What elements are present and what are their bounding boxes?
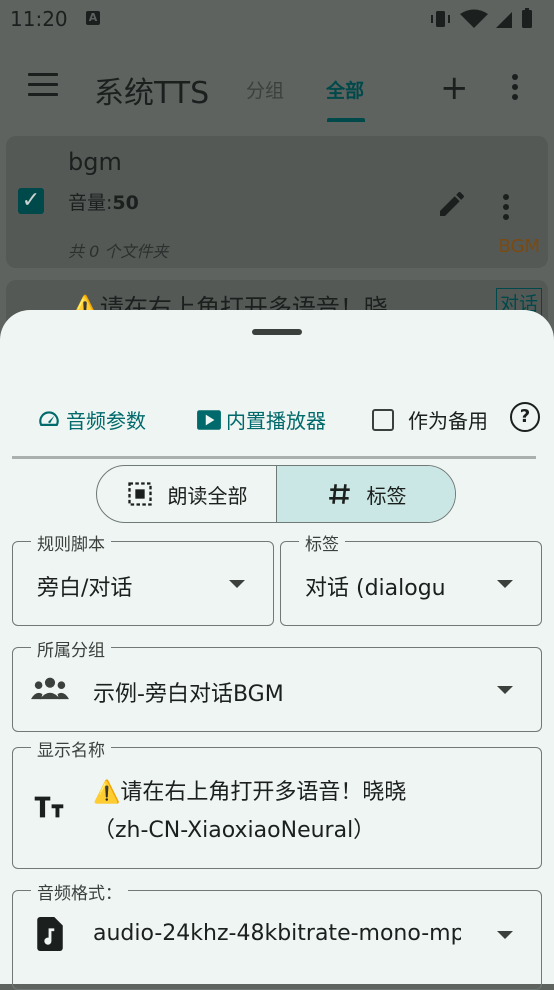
list-item[interactable]: ✓ bgm 音量:50 共 0 个文件夹 BGM: [6, 136, 548, 268]
rule-script-label: 规则脚本: [31, 530, 111, 555]
audio-params-button[interactable]: 音频参数: [36, 405, 146, 434]
volume-label: 音量:: [68, 192, 113, 214]
group-value: 示例-旁白对话BGM: [93, 682, 284, 707]
group-dropdown[interactable]: 所属分组 示例-旁白对话BGM: [12, 636, 542, 732]
segmented-control: 朗读全部 标签: [96, 465, 456, 523]
more-icon[interactable]: [512, 74, 518, 104]
vibrate-icon: [431, 11, 450, 27]
volume-value: 50: [112, 192, 139, 214]
as-backup-checkbox[interactable]: [372, 408, 394, 431]
audio-format-value: audio-24khz-48kbitrate-mono-mp3: [93, 921, 461, 946]
chevron-down-icon: [497, 931, 513, 939]
item-tag: BGM: [498, 236, 540, 257]
wifi-icon: [460, 9, 488, 28]
text-fields-icon: [34, 796, 64, 818]
help-icon[interactable]: ?: [510, 402, 540, 432]
system-icons: [431, 8, 532, 28]
hashtag-icon: [328, 484, 350, 504]
audio-format-dropdown[interactable]: 音频格式： audio-24khz-48kbitrate-mono-mp3: [12, 879, 542, 990]
tab-groups[interactable]: 分组: [246, 76, 284, 103]
rule-script-value: 旁白/对话: [37, 576, 133, 601]
builtin-player-button[interactable]: 内置播放器: [196, 405, 326, 434]
item-name: bgm: [68, 148, 122, 176]
signal-icon: [496, 12, 512, 28]
segment-tag-label: 标签: [366, 483, 407, 508]
builtin-player-label: 内置播放器: [226, 409, 326, 433]
item-more-icon[interactable]: [503, 194, 509, 224]
select-all-icon: [127, 482, 152, 506]
as-backup-label: 作为备用: [408, 409, 488, 433]
audio-params-label: 音频参数: [66, 409, 146, 433]
app-bar: 系统TTS 分组 全部 +: [0, 40, 554, 132]
chevron-down-icon: [229, 580, 245, 588]
display-name-label: 显示名称: [31, 736, 111, 761]
app-title: 系统TTS: [94, 76, 210, 111]
tag-value: 对话 (dialogu: [305, 576, 446, 601]
segment-tag[interactable]: 标签: [276, 466, 455, 522]
chevron-down-icon: [497, 580, 513, 588]
status-bar: 11:20 A: [0, 0, 554, 40]
display-name-line2: （zh-CN-XiaoxiaoNeural）: [93, 818, 376, 843]
music-file-icon: [37, 917, 63, 951]
item-checkbox[interactable]: ✓: [18, 188, 44, 214]
chevron-down-icon: [497, 686, 513, 694]
notification-icon: A: [86, 11, 100, 25]
battery-icon: [522, 8, 532, 28]
audio-format-label: 音频格式：: [31, 879, 128, 904]
tab-all[interactable]: 全部: [326, 76, 364, 103]
group-icon: [31, 677, 69, 700]
tag-label: 标签: [299, 530, 345, 555]
bottom-sheet: 音频参数 内置播放器 作为备用 ? 朗读全部 标签 规则脚本 旁白/对话 标签 …: [0, 310, 554, 990]
display-name-line1: ⚠️请在右上角打开多语音！晓晓: [93, 780, 407, 805]
tag-dropdown[interactable]: 标签 对话 (dialogu: [280, 530, 542, 626]
edit-icon[interactable]: [436, 188, 468, 220]
segment-read-all-label: 朗读全部: [167, 483, 248, 508]
status-time: 11:20: [10, 7, 68, 31]
play-box-icon: [197, 409, 221, 430]
item-file-count: 共 0 个文件夹: [68, 242, 169, 261]
rule-script-dropdown[interactable]: 规则脚本 旁白/对话: [12, 530, 274, 626]
drag-handle[interactable]: [252, 329, 302, 335]
options-row: 音频参数 内置播放器 作为备用 ?: [0, 402, 554, 441]
menu-icon[interactable]: [28, 73, 58, 96]
speed-gauge-icon: [39, 410, 59, 426]
tab-indicator: [327, 118, 365, 122]
item-volume: 音量:50: [68, 188, 139, 215]
add-icon[interactable]: +: [440, 68, 469, 108]
as-backup-option[interactable]: 作为备用: [372, 405, 488, 434]
divider: [12, 456, 536, 459]
group-label: 所属分组: [31, 636, 111, 661]
display-name-field[interactable]: 显示名称 ⚠️请在右上角打开多语音！晓晓 （zh-CN-XiaoxiaoNeur…: [12, 736, 542, 869]
segment-read-all[interactable]: 朗读全部: [97, 466, 276, 522]
